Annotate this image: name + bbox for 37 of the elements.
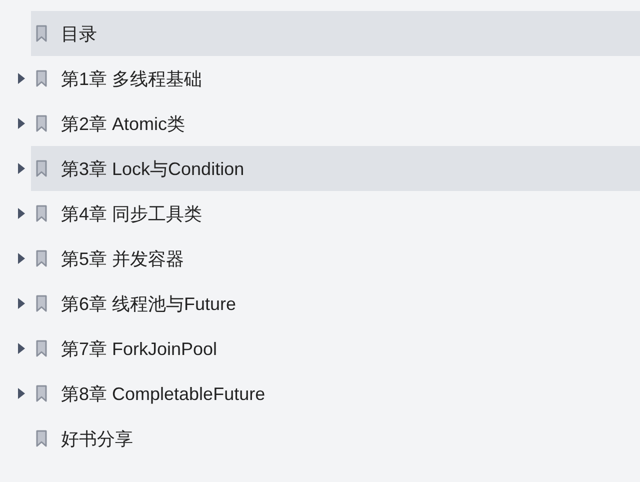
bookmark-item[interactable]: 第8章 CompletableFuture: [31, 371, 640, 416]
expand-arrow-icon[interactable]: [18, 388, 25, 399]
expand-arrow-icon[interactable]: [18, 73, 25, 84]
bookmark-label: 第7章 ForkJoinPool: [61, 338, 218, 360]
bookmark-icon: [36, 340, 47, 357]
bookmark-item[interactable]: 目录: [31, 11, 640, 56]
bookmark-label: 第8章 CompletableFuture: [61, 382, 266, 404]
bookmark-icon: [36, 430, 47, 447]
bookmark-label: 第3章 Lock与Condition: [61, 158, 244, 180]
bookmark-label: 第4章 同步工具类: [61, 202, 202, 224]
bookmark-label: 好书分享: [61, 428, 133, 450]
bookmark-label: 第6章 线程池与Future: [61, 292, 236, 314]
expand-arrow-icon[interactable]: [18, 208, 25, 219]
bookmark-label: 第1章 多线程基础: [61, 68, 202, 90]
bookmark-label: 第2章 Atomic类: [61, 112, 186, 134]
bookmark-item[interactable]: 第1章 多线程基础: [31, 56, 640, 101]
bookmark-icon: [36, 205, 47, 222]
bookmark-item[interactable]: 第6章 线程池与Future: [31, 281, 640, 326]
bookmark-icon: [36, 160, 47, 177]
bookmark-label: 目录: [61, 22, 97, 44]
bookmark-icon: [36, 70, 47, 87]
bookmark-icon: [36, 385, 47, 402]
expand-arrow-icon[interactable]: [18, 343, 25, 354]
bookmark-item[interactable]: 好书分享: [31, 416, 640, 461]
expand-arrow-icon[interactable]: [18, 118, 25, 129]
bookmark-item[interactable]: 第4章 同步工具类: [31, 191, 640, 236]
bookmark-label: 第5章 并发容器: [61, 248, 184, 270]
expand-arrow-icon[interactable]: [18, 253, 25, 264]
bookmark-item[interactable]: 第7章 ForkJoinPool: [31, 326, 640, 371]
bookmark-icon: [36, 295, 47, 312]
bookmark-item[interactable]: 第5章 并发容器: [31, 236, 640, 281]
expand-arrow-icon[interactable]: [18, 163, 25, 174]
bookmark-item[interactable]: 第2章 Atomic类: [31, 101, 640, 146]
bookmark-icon: [36, 115, 47, 132]
bookmark-icon: [36, 25, 47, 42]
expand-arrow-icon[interactable]: [18, 298, 25, 309]
bookmark-icon: [36, 250, 47, 267]
